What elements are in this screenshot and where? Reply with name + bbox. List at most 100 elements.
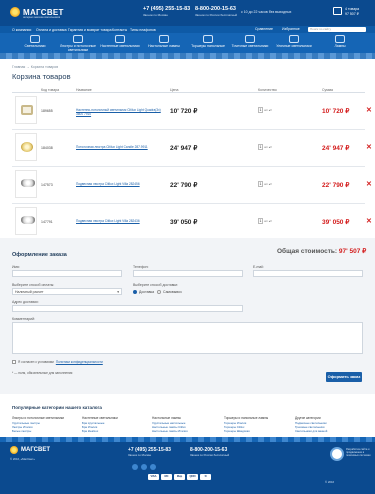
agree-row[interactable]: Я согласен с условиями Политики конфиден…: [12, 360, 103, 364]
search-input[interactable]: Поиск по сайту: [308, 27, 366, 32]
footer-phone-russia[interactable]: 8-800-200-15-63 Звонок по России бесплатн…: [190, 447, 229, 457]
popular-link[interactable]: Торшеры Шведская: [224, 429, 294, 434]
compare-link[interactable]: Сравнение: [255, 27, 273, 31]
product-price: 39' 050 ₽: [170, 219, 198, 226]
delivery-option-pickup[interactable]: Самовывоз: [157, 290, 182, 294]
popular-heading: Другие категории: [295, 416, 321, 420]
popular-link[interactable]: Бра IdealLux: [82, 429, 152, 434]
quantity-stepper[interactable]: 1 шт ▴▾: [258, 181, 272, 187]
cart-count: 4 товара: [345, 7, 360, 11]
category-label: Лампы: [334, 44, 346, 48]
logo-subtitle: интернет-магазин светильников: [23, 16, 61, 19]
col-code: Код товара: [41, 88, 60, 92]
product-code: 189655: [41, 109, 53, 113]
cart-icon: [333, 7, 342, 15]
breadcrumb[interactable]: Главная → Корзина товаров: [12, 65, 58, 69]
top-nav: О компании Оплата и доставка Гарантия и …: [0, 26, 375, 33]
agree-checkbox[interactable]: [12, 360, 16, 364]
quantity-stepper[interactable]: 1 шт ▴▾: [258, 144, 272, 150]
category-label: Точечные светильники: [231, 44, 269, 48]
footer-phone-moscow[interactable]: +7 (495) 255-15-83 Звонок по Москве: [128, 447, 171, 457]
phone-field[interactable]: [133, 270, 243, 277]
remove-item-icon[interactable]: ✕: [366, 217, 372, 225]
developer-badge-icon[interactable]: [330, 447, 344, 461]
privacy-link[interactable]: Политики конфиденциальности: [56, 360, 103, 364]
category-item[interactable]: Настольные лампы: [144, 35, 184, 48]
product-name-link[interactable]: Подвесная люстра Citilux Light Villa 282…: [76, 219, 166, 223]
name-field[interactable]: [12, 270, 122, 277]
payment-select[interactable]: Наличный расчет ▾: [12, 288, 122, 295]
popular-heading: Люстры и потолочные светильники: [12, 416, 65, 420]
footer-copyright: © 2016, «МагСвет»: [10, 457, 35, 461]
header-cart[interactable]: 4 товара 97 507 ₽: [333, 7, 359, 17]
nav-about[interactable]: О компании: [12, 28, 31, 32]
col-name: Название: [76, 88, 92, 92]
category-item[interactable]: Точечные светильники: [230, 35, 270, 48]
delivery-option-label: Самовывоз: [163, 290, 182, 294]
product-name-link[interactable]: Подвесная люстра Citilux Light Villa 282…: [76, 182, 166, 186]
payment-methods: VISA MC Мир QIWI Я: [148, 474, 211, 480]
quantity-value[interactable]: 1: [258, 218, 263, 224]
quantity-value[interactable]: 1: [258, 144, 263, 150]
product-name-link[interactable]: Потолочная люстра Citilux Light Candle 2…: [76, 145, 166, 149]
order-title: Оформление заказа: [12, 252, 67, 258]
nav-shades[interactable]: Типы плафонов: [130, 28, 156, 32]
email-field[interactable]: [253, 270, 363, 277]
product-image[interactable]: [15, 96, 37, 124]
yandex-money-icon: Я: [200, 474, 211, 480]
stepper-arrows-icon[interactable]: ▴▾: [269, 108, 272, 112]
category-item[interactable]: Светильники: [15, 35, 55, 48]
footer-logo[interactable]: МАГСВЕТ: [10, 446, 50, 454]
nav-warranty[interactable]: Гарантия и возврат товара: [68, 28, 112, 32]
product-code: 184038: [41, 146, 53, 150]
product-image[interactable]: [15, 133, 37, 161]
vk-icon[interactable]: [132, 464, 138, 470]
quantity-value[interactable]: 1: [258, 181, 263, 187]
nav-payment[interactable]: Оплата и доставка: [36, 28, 67, 32]
cart-total: Общая стоимость: 97' 507 ₽: [277, 247, 366, 255]
email-label: E-mail:: [253, 265, 264, 269]
stepper-arrows-icon[interactable]: ▴▾: [269, 145, 272, 149]
popular-heading: Настольные лампы: [152, 416, 181, 420]
category-item[interactable]: Настенные светильники: [100, 35, 140, 48]
favorites-link[interactable]: Избранное: [282, 27, 300, 31]
quantity-stepper[interactable]: 1 шт ▴▾: [258, 107, 272, 113]
category-item[interactable]: Уличные светильники: [274, 35, 314, 48]
col-qty: Количество: [258, 88, 277, 92]
popular-link[interactable]: Белые люстры: [12, 429, 82, 434]
popular-link[interactable]: Светильники для ванной: [295, 429, 365, 434]
quantity-stepper[interactable]: 1 шт ▴▾: [258, 218, 272, 224]
remove-item-icon[interactable]: ✕: [366, 180, 372, 188]
phone-label: Телефон:: [133, 265, 149, 269]
qiwi-icon: QIWI: [187, 474, 198, 480]
delivery-option-delivery[interactable]: Доставка: [133, 290, 154, 294]
product-name-link[interactable]: Настенно-потолочный светильник Citilux L…: [76, 108, 166, 116]
phone-moscow[interactable]: +7 (495) 255-15-83 Звонок по Москве: [143, 6, 190, 17]
phone-russia[interactable]: 8-800-200-15-63 Звонок по России бесплат…: [195, 6, 237, 17]
product-image[interactable]: [15, 207, 37, 235]
logo[interactable]: МАГСВЕТ интернет-магазин светильников: [10, 7, 64, 19]
table-row: 147791 Подвесная люстра Citilux Light Vi…: [12, 204, 372, 241]
category-item[interactable]: Люстры и потолочные светильники: [58, 35, 98, 52]
ok-icon[interactable]: [150, 464, 156, 470]
category-item[interactable]: Торшеры напольные: [188, 35, 228, 48]
stepper-arrows-icon[interactable]: ▴▾: [269, 182, 272, 186]
facebook-icon[interactable]: [141, 464, 147, 470]
stepper-arrows-icon[interactable]: ▴▾: [269, 219, 272, 223]
remove-item-icon[interactable]: ✕: [366, 106, 372, 114]
row-sum: 22' 790 ₽: [322, 182, 350, 189]
table-lamp-icon: [159, 35, 169, 43]
chandelier-icon: [30, 35, 40, 43]
product-image[interactable]: [15, 170, 37, 198]
comment-textarea[interactable]: [12, 322, 363, 354]
phone-moscow-number: +7 (495) 255-15-83: [143, 6, 191, 12]
nav-contacts[interactable]: Контакты: [112, 28, 127, 32]
table-row: 189655 Настенно-потолочный светильник Ci…: [12, 93, 372, 130]
remove-item-icon[interactable]: ✕: [366, 143, 372, 151]
popular-link[interactable]: Настольные лампы Италия: [152, 429, 222, 434]
quantity-value[interactable]: 1: [258, 107, 263, 113]
table-row: 184038 Потолочная люстра Citilux Light C…: [12, 130, 372, 167]
address-field[interactable]: [12, 305, 243, 312]
submit-order-button[interactable]: Оформить заказ: [326, 372, 362, 382]
category-item[interactable]: Лампы: [320, 35, 360, 48]
